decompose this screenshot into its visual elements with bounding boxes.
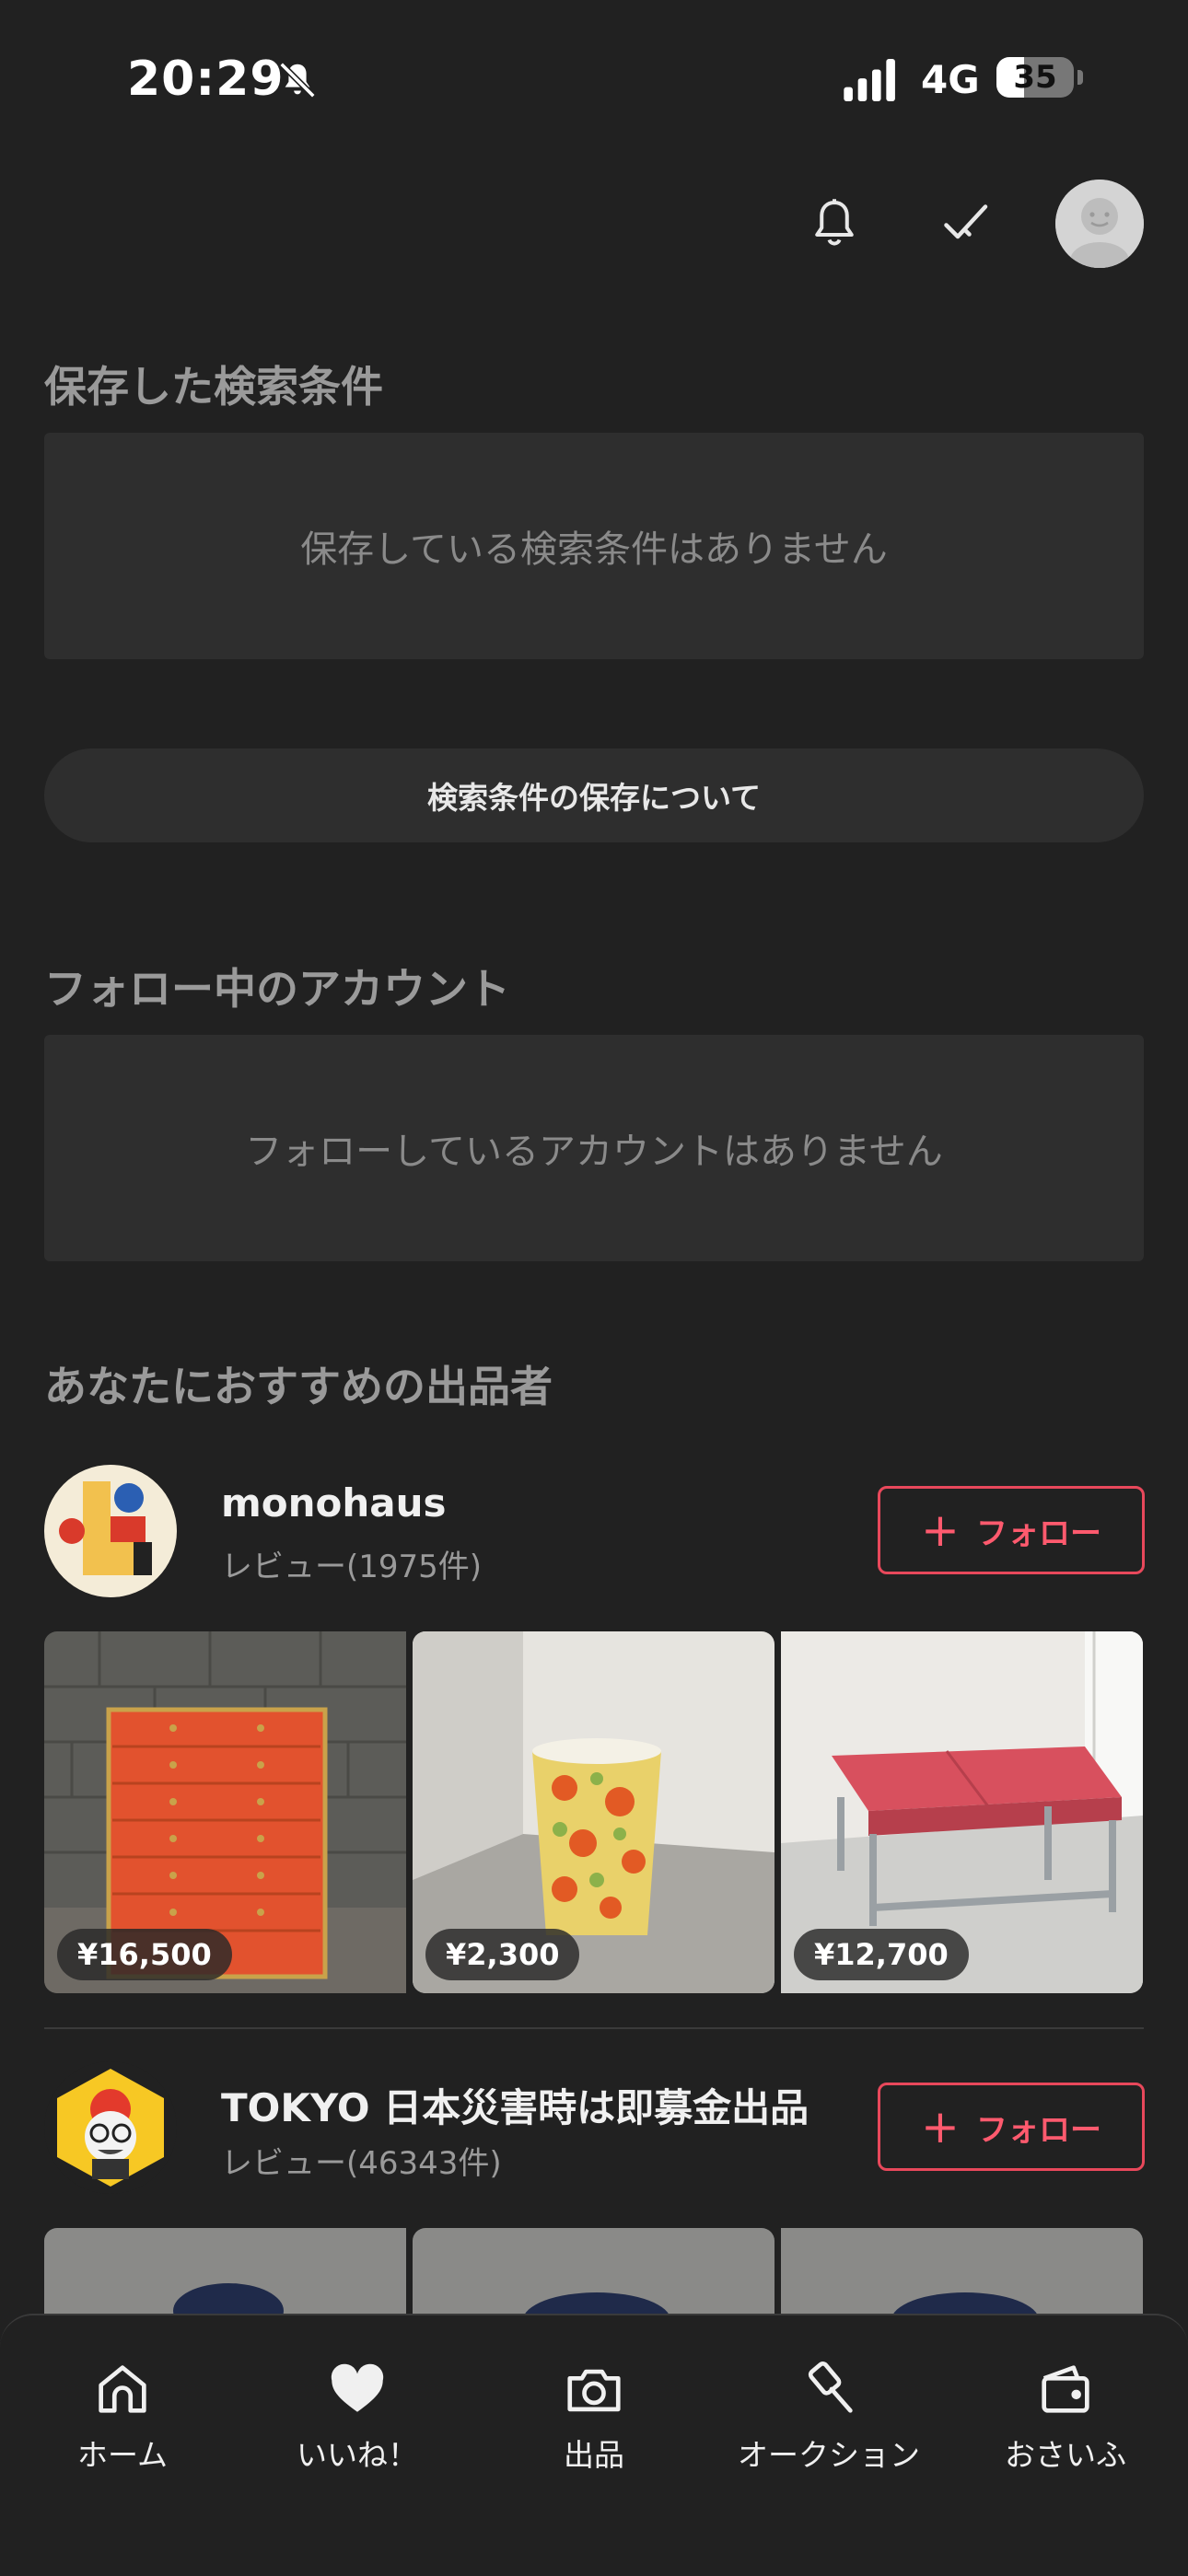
home-icon bbox=[99, 2365, 146, 2413]
nav-likes[interactable]: いいね！ bbox=[256, 2357, 459, 2475]
battery-level: 35 bbox=[1013, 59, 1057, 96]
seller-name[interactable]: monohaus bbox=[221, 1480, 447, 1526]
seller-name[interactable]: TOKYO 日本災害時は即募金出品 bbox=[221, 2077, 809, 2133]
saved-searches-empty-text: 保存している検索条件はありません bbox=[300, 528, 888, 571]
price-badge: ¥12,700 bbox=[794, 1929, 969, 1980]
follow-label: フォロー bbox=[975, 1514, 1101, 1552]
product-thumbnail-flower-bin[interactable]: ¥2,300 bbox=[413, 1631, 775, 1993]
following-title: フォロー中のアカウント bbox=[44, 964, 510, 1014]
follow-label: フォロー bbox=[975, 2111, 1101, 2149]
price-badge: ¥2,300 bbox=[425, 1929, 580, 1980]
product-thumbnail[interactable] bbox=[44, 2228, 406, 2320]
nav-home-label: ホーム bbox=[76, 2437, 168, 2473]
follow-button[interactable]: + フォロー bbox=[878, 1486, 1145, 1574]
following-empty-text: フォローしているアカウントはありません bbox=[245, 1131, 943, 1173]
status-time: 20:29 bbox=[127, 52, 285, 107]
saved-searches-title: 保存した検索条件 bbox=[44, 362, 383, 412]
bell-muted-icon bbox=[279, 62, 316, 99]
nav-home[interactable]: ホーム bbox=[21, 2357, 224, 2475]
signal-icon bbox=[844, 59, 895, 101]
network-type: 4G bbox=[921, 57, 980, 102]
nav-wallet[interactable]: おさいふ bbox=[964, 2357, 1167, 2475]
seller-reviews: レビュー(1975件) bbox=[221, 1549, 483, 1585]
product-thumbnail-bench[interactable]: ¥12,700 bbox=[781, 1631, 1143, 1993]
recommended-title: あなたにおすすめの出品者 bbox=[44, 1362, 553, 1411]
price-badge: ¥16,500 bbox=[57, 1929, 232, 1980]
nav-wallet-label: おさいふ bbox=[1005, 2437, 1126, 2473]
plus-icon: + bbox=[921, 1503, 960, 1557]
nav-sell[interactable]: 出品 bbox=[493, 2357, 695, 2475]
todo-check-icon[interactable] bbox=[939, 195, 995, 250]
heart-icon bbox=[331, 2363, 384, 2412]
wallet-icon bbox=[1042, 2365, 1089, 2413]
plus-icon: + bbox=[921, 2100, 960, 2153]
product-thumbnail-chest-of-drawers[interactable]: ¥16,500 bbox=[44, 1631, 406, 1993]
seller-avatar-monohaus[interactable] bbox=[44, 1465, 177, 1597]
seller-divider bbox=[44, 2027, 1144, 2029]
following-empty: フォローしているアカウントはありません bbox=[44, 1035, 1144, 1261]
nav-auction[interactable]: オークション bbox=[728, 2357, 930, 2475]
about-saved-search-label: 検索条件の保存について bbox=[426, 780, 761, 816]
camera-icon bbox=[567, 2369, 621, 2412]
about-saved-search-button[interactable]: 検索条件の保存について bbox=[44, 748, 1144, 842]
battery-icon: 35 bbox=[996, 57, 1085, 101]
product-thumbnail[interactable] bbox=[413, 2228, 775, 2320]
nav-sell-label: 出品 bbox=[564, 2437, 624, 2473]
user-avatar[interactable] bbox=[1055, 180, 1144, 268]
product-thumbnail[interactable] bbox=[781, 2228, 1143, 2320]
nav-likes-label: いいね！ bbox=[297, 2437, 418, 2473]
seller-avatar-tokyo[interactable] bbox=[44, 2061, 177, 2194]
saved-searches-empty: 保存している検索条件はありません bbox=[44, 433, 1144, 659]
follow-button[interactable]: + フォロー bbox=[878, 2083, 1145, 2171]
nav-auction-label: オークション bbox=[738, 2437, 920, 2473]
notification-bell-icon[interactable] bbox=[807, 193, 862, 249]
gavel-icon bbox=[808, 2361, 853, 2413]
seller-reviews: レビュー(46343件) bbox=[221, 2145, 502, 2182]
